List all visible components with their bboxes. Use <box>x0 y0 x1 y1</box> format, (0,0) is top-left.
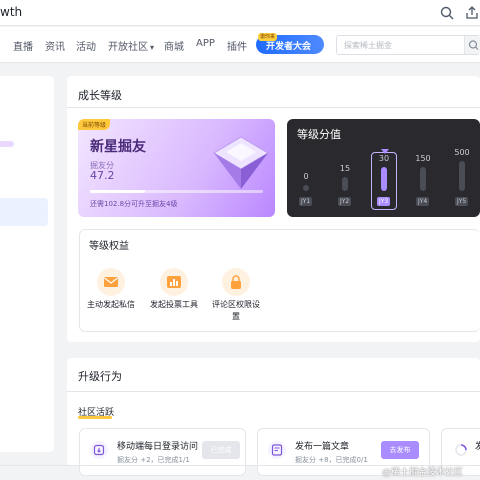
rights-title: 等级权益 <box>89 241 129 252</box>
nav-item-mall[interactable]: 商城 <box>164 38 184 53</box>
level-label: JY2 <box>338 197 352 206</box>
task-reward: 掘友分 +8，已完成0/1 <box>295 456 368 464</box>
level-name: 新星掘友 <box>90 139 146 155</box>
chevron-down-icon: ▾ <box>150 43 155 52</box>
right-item-comment-permission[interactable]: 评论区权限设置 <box>209 268 263 323</box>
score-card-title: 等级分值 <box>297 128 341 141</box>
nav-item-open-community[interactable]: 开放社区 ▾ <box>108 38 154 53</box>
task-title: 发布一篇文章 <box>295 442 350 452</box>
task-reward: 掘友分 +2，已完成1/1 <box>117 456 190 464</box>
share-icon[interactable] <box>464 5 480 21</box>
task-card: 移动端每日登录访问 掘友分 +2，已完成1/1 已完成 <box>79 428 246 476</box>
search-button[interactable] <box>464 36 480 54</box>
level-label: JY3 <box>377 197 391 206</box>
level-label: JY5 <box>455 197 469 206</box>
level-score-bar <box>459 161 465 191</box>
right-item-vote-tool[interactable]: 发起投票工具 <box>147 268 201 311</box>
right-label: 发起投票工具 <box>150 300 198 309</box>
nav-item-live[interactable]: 直播 <box>13 38 33 53</box>
level-score-bar <box>381 167 387 191</box>
level-score-value: 15 <box>339 164 351 173</box>
current-level-badge: 当前等级 <box>78 119 111 130</box>
task-done-button[interactable]: 已完成 <box>202 441 240 459</box>
right-label: 主动发起私信 <box>87 300 135 309</box>
level-rights-card: 等级权益 主动发起私信 发起投票工具 评论区权限设置 <box>79 229 480 332</box>
level-progress-note: 还需102.8分可升至掘友4级 <box>90 200 178 208</box>
level-label: JY4 <box>416 197 430 206</box>
login-icon <box>90 441 108 459</box>
dev-banner-text: 开发者大会 <box>266 42 312 52</box>
search-icon <box>468 40 479 50</box>
score-value: 47.2 <box>90 169 115 182</box>
article-icon <box>268 441 286 459</box>
nav-item-plugins[interactable]: 插件 <box>227 38 247 53</box>
lock-icon <box>222 268 250 296</box>
level-score-value: 0 <box>303 172 309 181</box>
upgrade-title: 升级行为 <box>78 370 122 383</box>
task-title: 移动端每日登录访问 <box>117 442 199 452</box>
level-score-value: 150 <box>415 154 431 163</box>
browser-bar: wth <box>0 0 480 26</box>
level-tag <box>0 141 14 147</box>
section-underline <box>78 416 112 419</box>
publish-button[interactable]: 去发布 <box>381 441 419 459</box>
level-label: JY1 <box>299 197 313 206</box>
level-progress-fill <box>90 190 146 193</box>
right-item-private-message[interactable]: 主动发起私信 <box>84 268 138 311</box>
loading-icon <box>452 441 470 459</box>
level-score-bar <box>303 185 309 191</box>
level-score-bar <box>342 177 348 191</box>
profile-sidebar <box>0 76 54 452</box>
level-trophy-icon <box>213 136 269 189</box>
watermark: @稀土掘金技术社区 <box>382 468 464 478</box>
address-bar-text[interactable]: wth <box>0 5 22 19</box>
search-icon[interactable] <box>439 5 455 21</box>
level-score-bar <box>420 167 426 191</box>
nav-item-events[interactable]: 活动 <box>76 38 96 53</box>
vote-chart-icon <box>160 268 188 296</box>
dev-conference-banner[interactable]: 邀你来 开发者大会 <box>256 33 324 54</box>
divider <box>67 391 480 392</box>
sidebar-item-selected[interactable] <box>0 198 48 226</box>
growth-title: 成长等级 <box>78 89 122 102</box>
task-title: 发 <box>475 442 480 452</box>
nav-item-open-community-label: 开放社区 <box>108 42 148 53</box>
right-label: 评论区权限设置 <box>212 300 260 321</box>
level-score-value: 500 <box>454 148 470 157</box>
mail-icon <box>97 268 125 296</box>
search-placeholder: 探索稀土掘金 <box>344 41 392 50</box>
level-score-value: 30 <box>378 154 390 163</box>
nav-item-app[interactable]: APP <box>196 38 215 49</box>
current-level-card: 当前等级 新星掘友 掘友分 47.2 还需102.8分可升至掘友4级 <box>78 119 275 217</box>
level-score-card: 等级分值 0 JY1 15 JY2 30 JY3 150 JY4 500 JY5 <box>287 119 480 217</box>
site-nav: 直播 资讯 活动 开放社区 ▾ 商城 APP 插件 邀你来 开发者大会 探索稀土掘… <box>0 27 480 63</box>
upgrade-card: 升级行为 社区活跃 移动端每日登录访问 掘友分 +2，已完成1/1 已完成 发布… <box>67 358 480 476</box>
search-input[interactable]: 探索稀土掘金 <box>336 35 480 55</box>
nav-item-news[interactable]: 资讯 <box>45 38 65 53</box>
divider <box>67 107 480 108</box>
